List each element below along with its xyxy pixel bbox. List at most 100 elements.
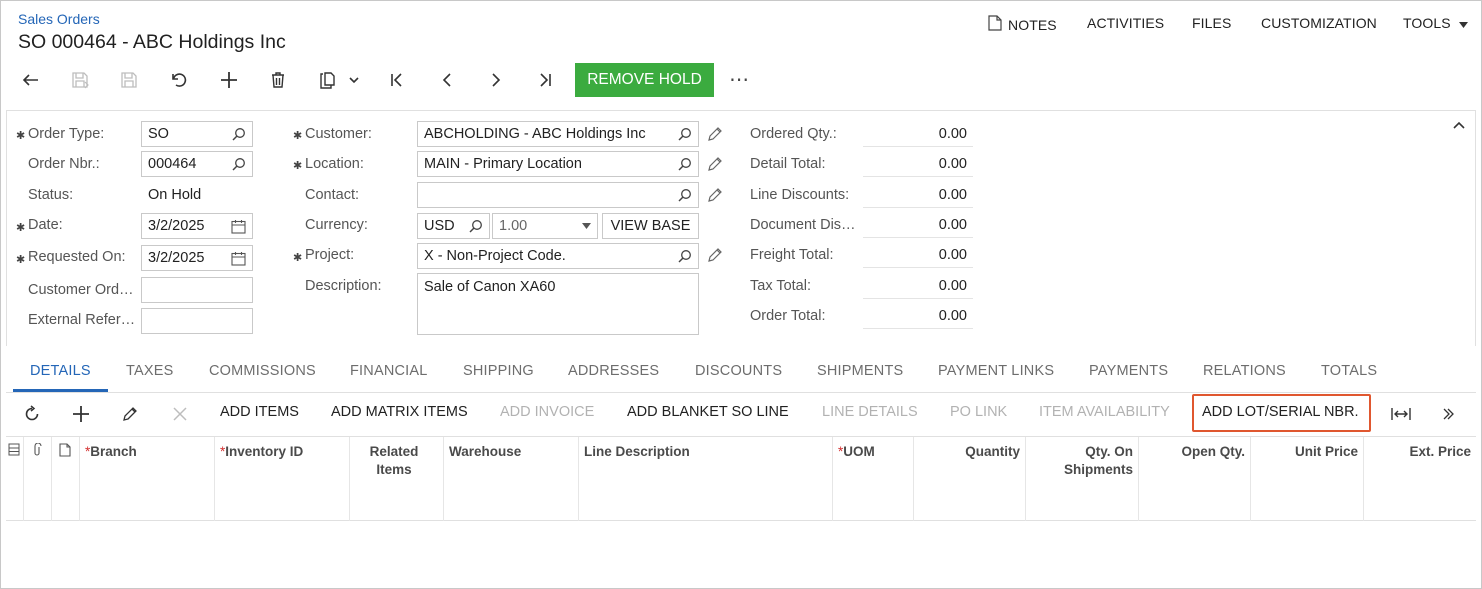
order-type-field[interactable]: SO <box>141 121 253 147</box>
last-record-icon[interactable] <box>532 67 558 93</box>
date-field[interactable]: 3/2/2025 <box>141 213 253 239</box>
requested-on-value: 3/2/2025 <box>148 250 205 266</box>
breadcrumb[interactable]: Sales Orders <box>18 11 100 27</box>
column-warehouse[interactable]: Warehouse <box>444 437 579 521</box>
customization-button[interactable]: CUSTOMIZATION <box>1261 15 1377 31</box>
search-icon[interactable] <box>678 157 692 171</box>
column-quantity[interactable]: Quantity <box>914 437 1026 521</box>
refresh-icon[interactable] <box>20 402 44 426</box>
search-icon[interactable] <box>232 127 246 141</box>
currency-field[interactable]: USD <box>417 213 490 239</box>
edit-location-pencil-icon[interactable] <box>707 156 723 176</box>
double-chevron-right-icon[interactable] <box>1436 402 1460 426</box>
row-selector-column[interactable] <box>6 437 24 521</box>
tab-discounts[interactable]: DISCOUNTS <box>695 363 782 379</box>
column-line-description[interactable]: Line Description <box>579 437 833 521</box>
column-branch[interactable]: *Branch <box>80 437 215 521</box>
more-actions-icon[interactable]: ⋯ <box>729 67 750 92</box>
search-icon[interactable] <box>469 219 483 233</box>
status-value: On Hold <box>148 187 202 203</box>
files-button[interactable]: FILES <box>1192 15 1231 31</box>
fit-columns-icon[interactable] <box>1389 402 1413 426</box>
requested-on-field[interactable]: 3/2/2025 <box>141 245 253 271</box>
tab-addresses[interactable]: ADDRESSES <box>568 363 659 379</box>
delete-icon[interactable] <box>265 67 291 93</box>
previous-record-icon[interactable] <box>434 67 460 93</box>
search-icon[interactable] <box>678 249 692 263</box>
currency-rate-select[interactable]: 1.00 <box>492 213 598 239</box>
search-icon[interactable] <box>232 157 246 171</box>
tab-relations[interactable]: RELATIONS <box>1203 363 1286 379</box>
customer-field[interactable]: ABCHOLDING - ABC Holdings Inc <box>417 121 699 147</box>
attachments-column[interactable] <box>24 437 52 521</box>
customer-order-field[interactable] <box>141 277 253 303</box>
po-link-button[interactable]: PO LINK <box>950 404 1007 420</box>
project-field[interactable]: X - Non-Project Code. <box>417 243 699 269</box>
tab-taxes[interactable]: TAXES <box>126 363 173 379</box>
edit-contact-pencil-icon[interactable] <box>707 187 723 207</box>
calendar-icon[interactable] <box>231 219 246 234</box>
external-ref-label: External Refer… <box>28 312 136 328</box>
add-blanket-so-line-button[interactable]: ADD BLANKET SO LINE <box>627 404 789 420</box>
view-base-button[interactable]: VIEW BASE <box>602 213 699 239</box>
tools-label: TOOLS <box>1403 15 1451 31</box>
tab-details[interactable]: DETAILS <box>30 363 91 379</box>
totals-label: Line Discounts: <box>750 187 850 203</box>
tab-totals[interactable]: TOTALS <box>1321 363 1377 379</box>
location-field[interactable]: MAIN - Primary Location <box>417 151 699 177</box>
save-close-icon[interactable] <box>67 67 93 93</box>
tab-shipments[interactable]: SHIPMENTS <box>817 363 903 379</box>
item-availability-button[interactable]: ITEM AVAILABILITY <box>1039 404 1170 420</box>
undo-icon[interactable] <box>166 67 192 93</box>
add-icon[interactable] <box>216 67 242 93</box>
tab-commissions[interactable]: COMMISSIONS <box>209 363 316 379</box>
column-uom[interactable]: *UOM <box>833 437 914 521</box>
save-icon[interactable] <box>116 67 142 93</box>
customer-order-label: Customer Ord… <box>28 282 134 298</box>
calendar-icon[interactable] <box>231 251 246 266</box>
first-record-icon[interactable] <box>384 67 410 93</box>
add-row-icon[interactable] <box>69 402 93 426</box>
search-icon[interactable] <box>678 188 692 202</box>
tab-payments[interactable]: PAYMENTS <box>1089 363 1168 379</box>
activities-button[interactable]: ACTIVITIES <box>1087 15 1164 31</box>
clipboard-icon[interactable] <box>314 67 340 93</box>
tab-payment-links[interactable]: PAYMENT LINKS <box>938 363 1054 379</box>
edit-row-pencil-icon[interactable] <box>118 402 142 426</box>
chevron-down-icon[interactable] <box>341 67 367 93</box>
location-value: MAIN - Primary Location <box>424 156 582 172</box>
notes-column[interactable] <box>52 437 80 521</box>
column-qty-on-shipments[interactable]: Qty. On Shipments <box>1026 437 1139 521</box>
add-lot-serial-nbr-button[interactable]: ADD LOT/SERIAL NBR. <box>1202 404 1359 420</box>
caret-down-icon <box>1458 15 1468 31</box>
remove-hold-button[interactable]: REMOVE HOLD <box>575 63 714 97</box>
delete-row-icon[interactable] <box>168 402 192 426</box>
back-icon[interactable] <box>18 67 44 93</box>
description-textarea[interactable]: Sale of Canon XA60 <box>417 273 699 335</box>
column-inventory-id[interactable]: *Inventory ID <box>215 437 350 521</box>
external-ref-field[interactable] <box>141 308 253 334</box>
column-unit-price[interactable]: Unit Price <box>1251 437 1364 521</box>
column-open-qty[interactable]: Open Qty. <box>1139 437 1251 521</box>
contact-field[interactable] <box>417 182 699 208</box>
tab-financial[interactable]: FINANCIAL <box>350 363 428 379</box>
order-nbr-field[interactable]: 000464 <box>141 151 253 177</box>
tab-shipping[interactable]: SHIPPING <box>463 363 534 379</box>
contact-label: Contact: <box>305 187 359 203</box>
column-related-items[interactable]: Related Items <box>350 437 444 521</box>
add-items-button[interactable]: ADD ITEMS <box>220 404 299 420</box>
notes-button[interactable]: NOTES <box>988 15 1057 34</box>
note-icon <box>59 443 71 460</box>
order-nbr-value: 000464 <box>148 156 197 172</box>
tools-menu[interactable]: TOOLS <box>1403 15 1468 31</box>
collapse-icon[interactable] <box>1453 117 1465 133</box>
add-invoice-button[interactable]: ADD INVOICE <box>500 404 594 420</box>
edit-project-pencil-icon[interactable] <box>707 247 723 267</box>
edit-customer-pencil-icon[interactable] <box>707 126 723 146</box>
line-details-button[interactable]: LINE DETAILS <box>822 404 918 420</box>
add-matrix-items-button[interactable]: ADD MATRIX ITEMS <box>331 404 468 420</box>
next-record-icon[interactable] <box>483 67 509 93</box>
search-icon[interactable] <box>678 127 692 141</box>
column-ext-price[interactable]: Ext. Price <box>1364 437 1476 521</box>
required-marker: ✱ <box>16 254 26 266</box>
